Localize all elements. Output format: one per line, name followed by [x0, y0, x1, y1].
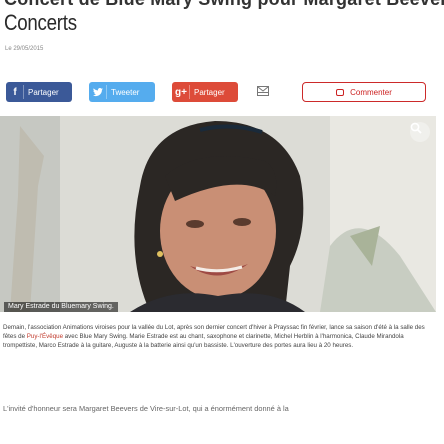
article-lead-paragraph: L'invité d'honneur sera Margaret Beevers… [3, 404, 289, 413]
place-link[interactable]: Puy-l'Évêque [27, 333, 63, 340]
comment-label: Commenter [350, 87, 392, 97]
google-plus-icon: g+ [175, 85, 190, 99]
google-plus-share-button[interactable]: g+ Partager [172, 82, 238, 102]
share-bar: f Partager Tweeter g+ Partager Commenter [0, 82, 444, 104]
article-date: Le 29/05/2015 [5, 46, 44, 52]
twitter-share-label: Tweeter [111, 87, 140, 97]
google-share-label: Partager [194, 87, 225, 97]
comment-button[interactable]: Commenter [302, 82, 426, 102]
article-title-line1: Concert de Blue Mary Swing pour Margaret… [4, 0, 444, 9]
photo-illustration [0, 116, 436, 312]
comment-icon [336, 88, 345, 96]
body-text-part2: avec Blue Mary Swing. Marie Estrade est … [3, 332, 404, 349]
twitter-icon [93, 85, 107, 99]
twitter-share-button[interactable]: Tweeter [89, 82, 155, 102]
article-photo[interactable] [0, 116, 436, 312]
article-body: Demain, l'association Animations viroise… [3, 324, 431, 350]
zoom-button[interactable] [410, 122, 430, 142]
facebook-icon: f [10, 85, 24, 99]
article-title-line2: Concerts [4, 10, 77, 35]
facebook-share-label: Partager [28, 87, 59, 97]
zoom-icon [410, 122, 422, 134]
email-share-icon[interactable] [257, 86, 269, 96]
facebook-share-button[interactable]: f Partager [6, 82, 72, 102]
photo-caption: Mary Estrade du Bluemary Swing. [4, 302, 118, 312]
